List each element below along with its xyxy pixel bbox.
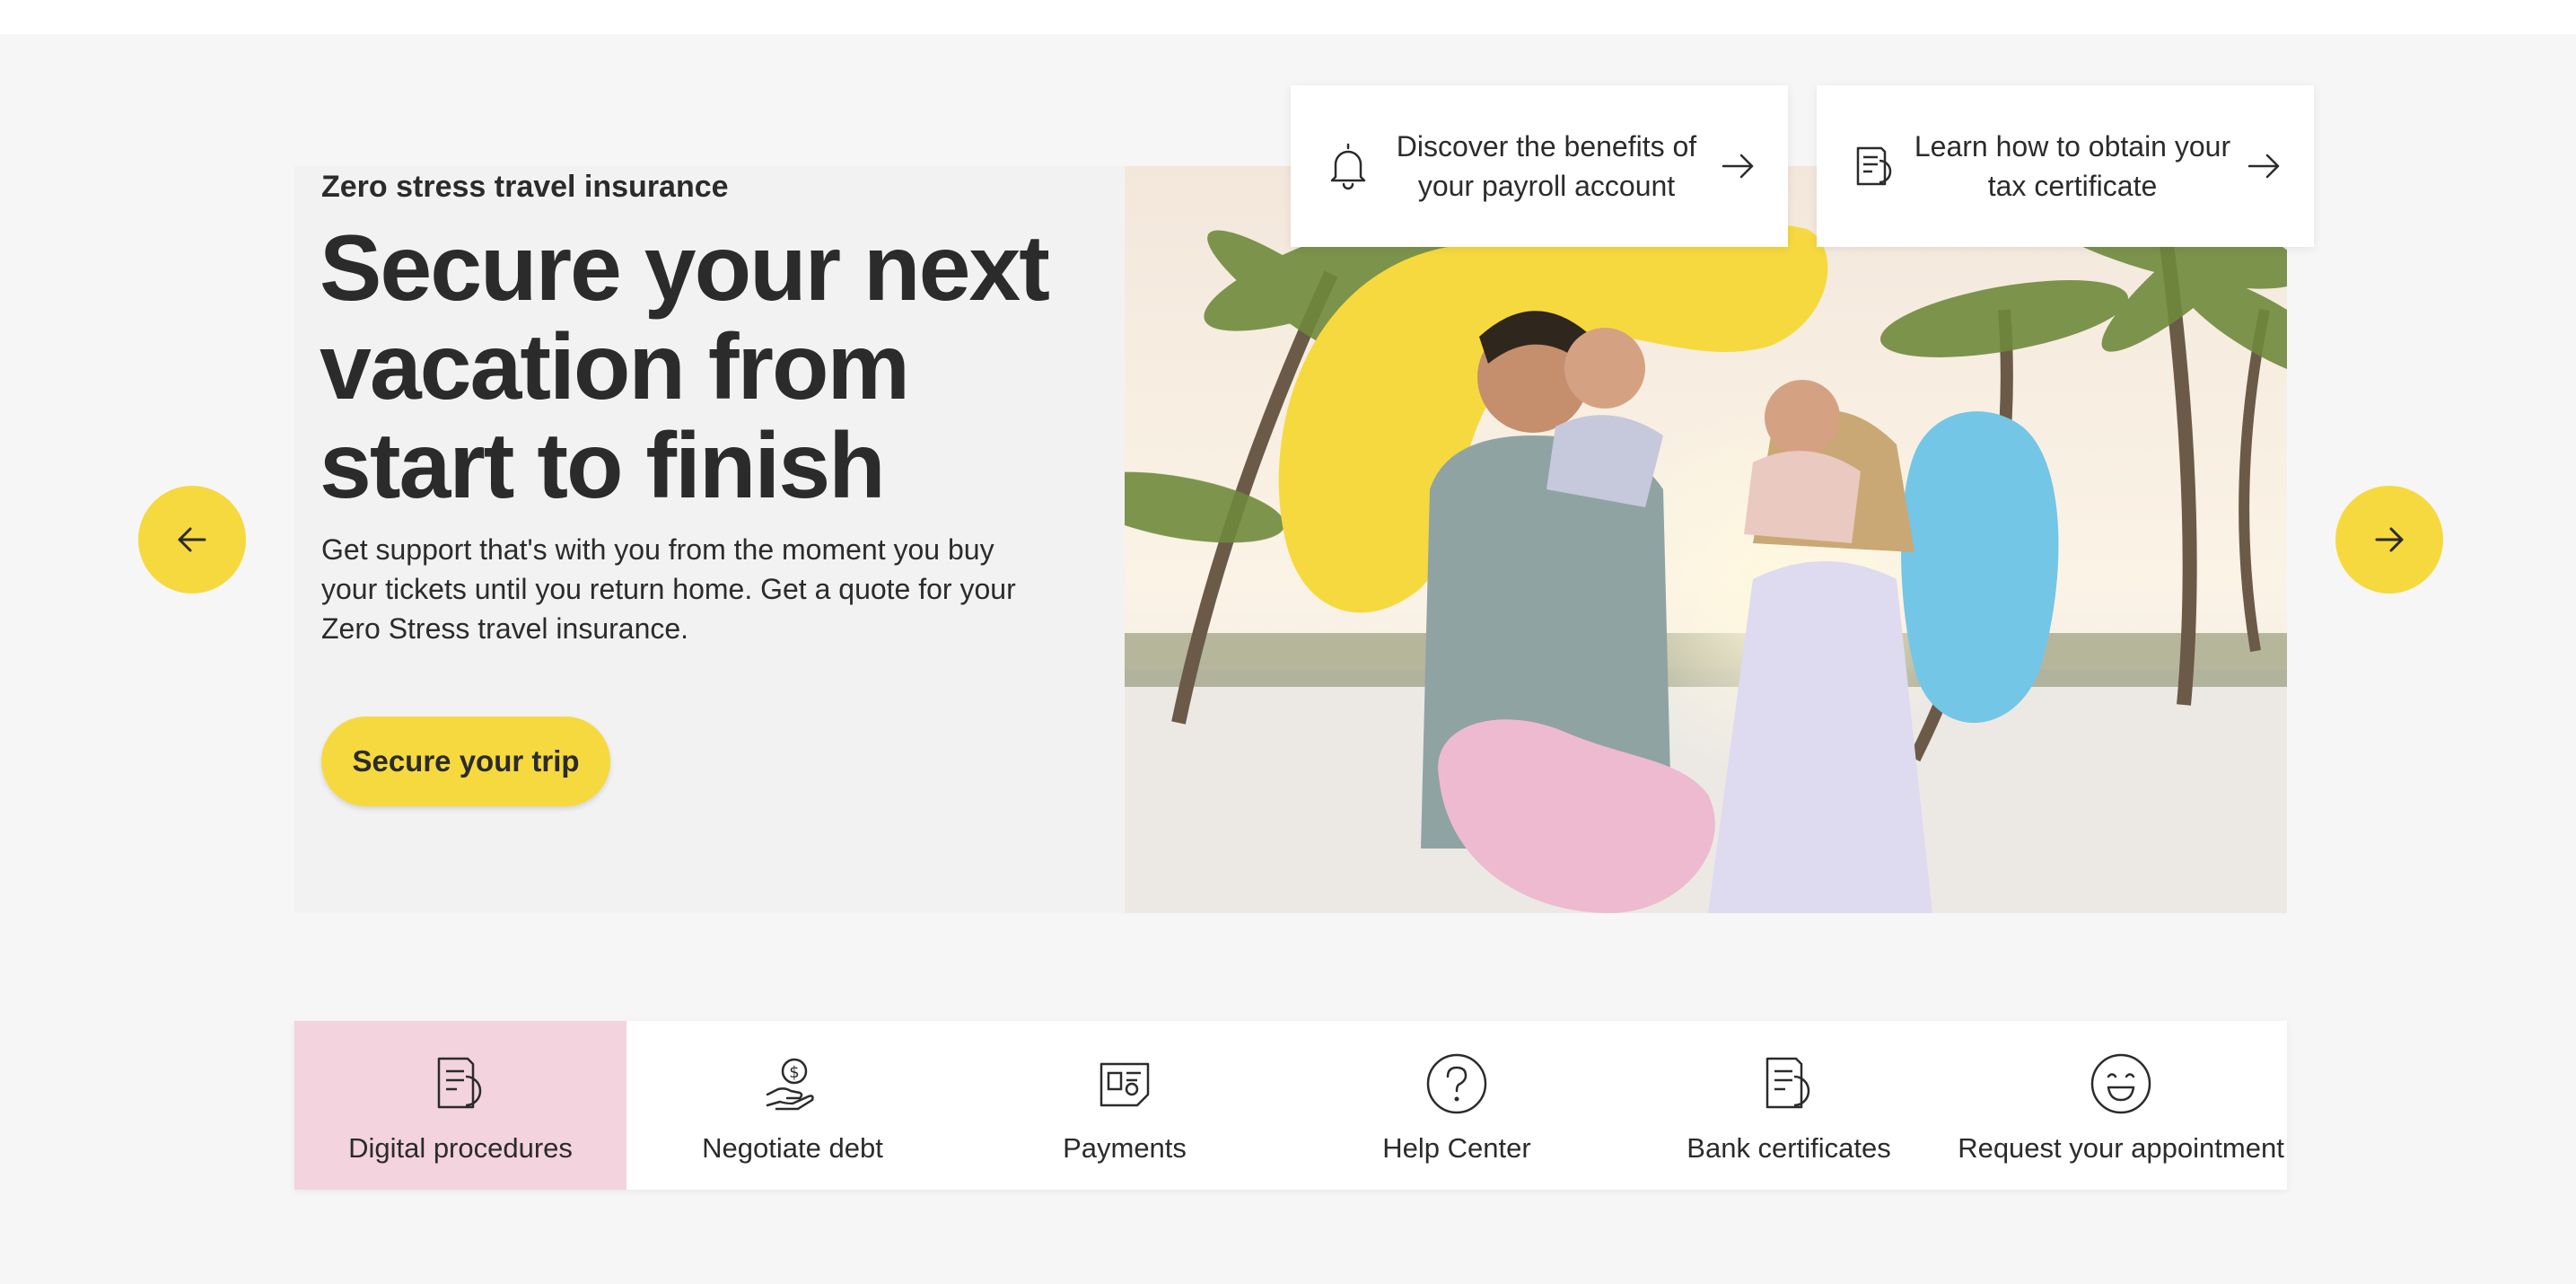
bell-icon: [1330, 143, 1366, 190]
question-circle-icon: [1426, 1053, 1487, 1114]
secure-trip-button[interactable]: Secure your trip: [321, 717, 610, 806]
svg-text:$: $: [789, 1063, 799, 1082]
quick-link-label: Payments: [1063, 1132, 1187, 1164]
promo-card-text: Learn how to obtain your tax certificate: [1914, 130, 2231, 202]
document-icon: [1766, 1057, 1810, 1109]
hero-headline: Secure your next vacation from start to …: [320, 216, 1050, 518]
payment-card-icon: [1100, 1062, 1150, 1107]
smile-face-icon: [2090, 1053, 2151, 1114]
hand-coin-icon: $: [766, 1058, 814, 1111]
top-header-bar: [0, 0, 2576, 34]
quick-link-negotiate-debt[interactable]: $ Negotiate debt: [626, 1021, 959, 1190]
promo-card-payroll[interactable]: Discover the benefits of your payroll ac…: [1291, 85, 1788, 247]
quick-links-bar: Digital procedures $ Negotiate debt Paym…: [294, 1021, 2287, 1190]
quick-link-label: Digital procedures: [348, 1132, 573, 1164]
quick-link-bank-certificates[interactable]: Bank certificates: [1623, 1021, 1955, 1190]
hero-eyebrow: Zero stress travel insurance: [321, 170, 729, 204]
quick-link-label: Bank certificates: [1687, 1132, 1891, 1164]
arrow-right-icon: [2375, 527, 2404, 552]
hero-description: Get support that's with you from the mom…: [321, 533, 1016, 645]
arrow-left-icon: [178, 527, 206, 552]
quick-link-digital-procedures[interactable]: Digital procedures: [294, 1021, 626, 1190]
document-icon: [437, 1057, 482, 1109]
hero-image: [1125, 166, 2287, 913]
carousel-prev-button[interactable]: [138, 486, 246, 594]
quick-link-payments[interactable]: Payments: [959, 1021, 1291, 1190]
beach-family-photo: [1125, 166, 2287, 913]
promo-card-tax-certificate[interactable]: Learn how to obtain your tax certificate: [1817, 85, 2314, 247]
arrow-right-icon: [2247, 154, 2280, 179]
document-icon: [1856, 146, 1892, 186]
promo-card-text: Discover the benefits of your payroll ac…: [1396, 130, 1697, 202]
quick-link-label: Negotiate debt: [702, 1132, 883, 1164]
quick-link-help-center[interactable]: Help Center: [1291, 1021, 1623, 1190]
quick-link-label: Help Center: [1382, 1132, 1531, 1164]
arrow-right-icon: [1722, 154, 1754, 179]
carousel-next-button[interactable]: [2335, 486, 2443, 594]
quick-link-label: Request your appointment: [1958, 1132, 2284, 1164]
quick-link-request-appointment[interactable]: Request your appointment: [1955, 1021, 2287, 1190]
